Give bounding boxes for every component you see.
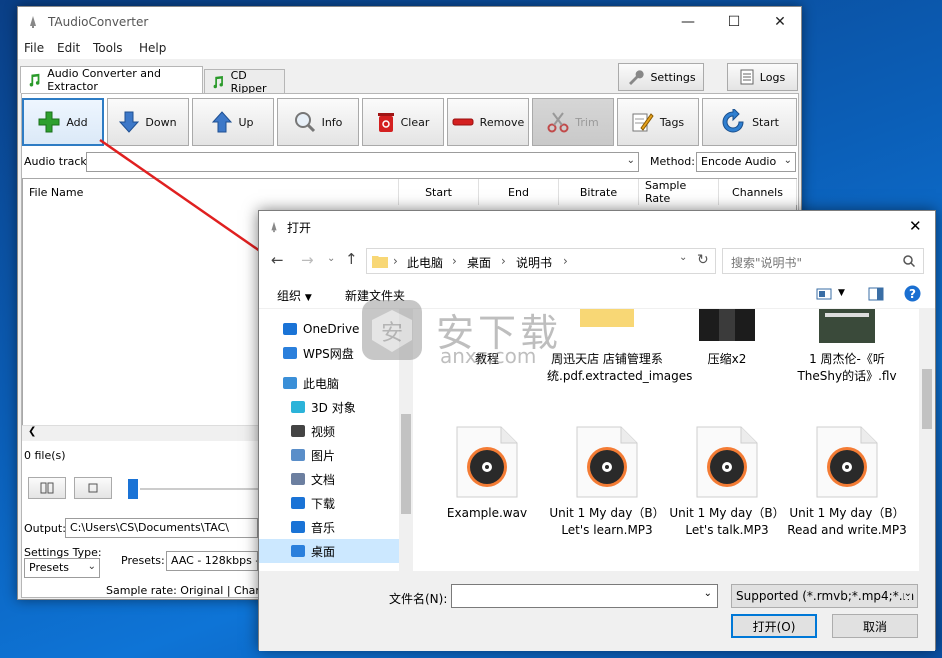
command-bar: 组织 ▼ 新建文件夹 ▼ ? [259,279,935,309]
svg-text:?: ? [909,287,916,301]
chevron-down-icon: ⌄ [903,588,912,599]
filename-label: 文件名(N): [389,592,448,606]
filename-input[interactable]: ⌄ [451,584,718,608]
nav-item-label: OneDrive [303,322,360,336]
desktop-icon [291,545,305,557]
nav-item[interactable]: 此电脑 [259,371,399,395]
nav-item-label: 音乐 [311,520,336,535]
nav-item-label: 图片 [311,448,336,463]
chevron-down-icon[interactable]: ⌄ [704,588,712,599]
wps-cloud-icon [283,347,297,359]
nav-scroll-thumb[interactable] [401,414,411,514]
breadcrumb-computer[interactable]: 此电脑 [407,254,443,271]
nav-item-label: 桌面 [311,544,336,559]
nav-item[interactable]: 3D 对象 [259,395,399,419]
preview-pane-icon[interactable] [868,287,884,301]
file-item[interactable]: Unit 1 My day（B） Read and write.MP3 [787,425,907,539]
nav-item-label: 3D 对象 [311,400,356,415]
nav-item[interactable]: OneDrive [259,317,399,341]
nav-item[interactable]: 文档 [259,467,399,491]
recent-chevron-icon[interactable]: ⌄ [327,253,335,264]
nav-item-label: 文档 [311,472,336,487]
open-file-dialog: 打开 ✕ ← → ⌄ ↑ › 此电脑 › 桌面 › 说明书 › ⌄ ↻ 搜索"说… [258,210,936,651]
file-item[interactable]: 教程 [427,309,547,368]
tab-label: Audio Converter and Extractor [47,67,161,93]
video-thumbnail-icon [819,309,875,343]
nav-item[interactable]: WPS网盘 [259,341,399,365]
dialog-title-bar: 打开 ✕ [259,211,935,243]
audio-file-icon [816,426,878,498]
file-scroll-thumb[interactable] [922,369,932,429]
up-arrow-icon[interactable]: ↑ [345,250,358,268]
nav-item[interactable]: 音乐 [259,515,399,539]
refresh-icon[interactable]: ↻ [697,252,709,268]
nav-item[interactable]: 桌面 [259,539,399,563]
audio-file-icon [696,426,758,498]
file-view: 教程 周迅天店 店铺管理系统.pdf.extracted_images 压缩x2… [417,309,917,571]
tab-audio-converter[interactable]: Audio Converter and Extractor [20,66,203,93]
pictures-icon [291,449,305,461]
nav-item-label: WPS网盘 [303,346,354,361]
open-button[interactable]: 打开(O) [731,614,817,638]
new-folder-button[interactable]: 新建文件夹 [345,287,405,304]
audio-file-icon [456,426,518,498]
file-item[interactable]: 压缩x2 [667,309,787,368]
videos-icon [291,425,305,437]
dialog-footer: 文件名(N): ⌄ Supported (*.rmvb;*.mp4;*.m ⌄ … [259,571,935,651]
chevron-down-icon[interactable]: ⌄ [679,252,687,263]
audio-file-icon [576,426,638,498]
breadcrumb-folder[interactable]: 说明书 [516,254,552,271]
dark-folder-icon [699,309,755,341]
back-arrow-icon[interactable]: ← [271,251,284,269]
forward-arrow-icon[interactable]: → [301,251,314,269]
file-item[interactable]: Unit 1 My day（B） Let's learn.MP3 [547,425,667,539]
file-item[interactable]: 1 周杰伦-《听TheShy的话》.flv [787,309,907,385]
downloads-icon [291,497,305,509]
nav-item-label: 此电脑 [303,376,340,391]
onedrive-icon [283,323,297,335]
computer-icon [283,377,297,389]
view-dropdown-icon[interactable]: ▼ [838,288,845,298]
dialog-title: 打开 [287,221,312,235]
dialog-close-button[interactable]: ✕ [909,217,922,235]
file-type-filter[interactable]: Supported (*.rmvb;*.mp4;*.m ⌄ [731,584,918,608]
cancel-button[interactable]: 取消 [832,614,918,638]
file-item[interactable]: 周迅天店 店铺管理系统.pdf.extracted_images [547,309,692,385]
file-view-scrollbar[interactable] [919,309,935,571]
3d-objects-icon [291,401,305,413]
navigation-pane: OneDrive WPS网盘此电脑 3D 对象视频图片文档下载音乐桌面 [259,309,414,571]
breadcrumb-desktop[interactable]: 桌面 [467,254,491,271]
nav-item[interactable]: 视频 [259,419,399,443]
search-icon [903,255,915,267]
nav-item[interactable]: 下载 [259,491,399,515]
documents-icon [291,473,305,485]
file-item[interactable]: Unit 1 My day（B） Let's talk.MP3 [667,425,787,539]
organize-menu[interactable]: 组织 ▼ [277,287,312,304]
nav-scrollbar[interactable] [399,309,413,571]
address-row: ← → ⌄ ↑ › 此电脑 › 桌面 › 说明书 › ⌄ ↻ 搜索"说明书" [259,243,935,279]
help-icon[interactable]: ? [904,285,921,302]
app-icon [271,221,277,233]
nav-item-label: 下载 [311,496,336,511]
nav-item-label: 视频 [311,424,336,439]
view-mode-icon[interactable] [816,288,832,300]
nav-item[interactable]: 图片 [259,443,399,467]
folder-icon [372,256,388,268]
address-bar[interactable]: › 此电脑 › 桌面 › 说明书 › ⌄ ↻ [366,248,716,274]
music-note-icon [29,73,40,87]
folder-icon [580,309,634,327]
file-item[interactable]: Example.wav [427,425,547,522]
search-input[interactable]: 搜索"说明书" [722,248,924,274]
music-icon [291,521,305,533]
